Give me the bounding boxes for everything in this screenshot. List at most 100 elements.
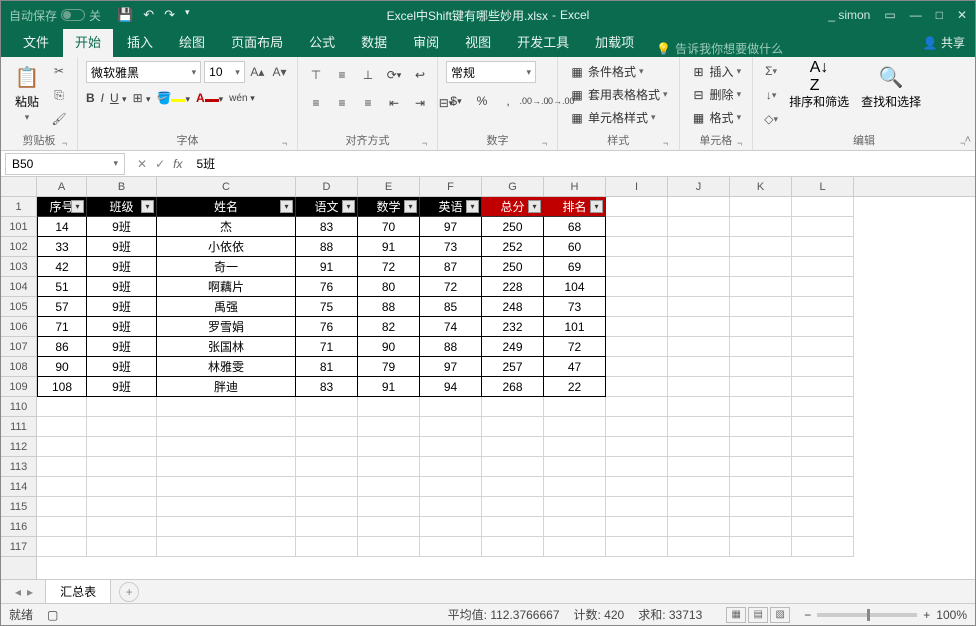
cell[interactable]	[792, 197, 854, 217]
cell[interactable]	[544, 417, 606, 437]
formula-input[interactable]: 5班	[190, 155, 975, 172]
cell[interactable]	[482, 517, 544, 537]
cell[interactable]: 257	[482, 357, 544, 377]
cell[interactable]	[296, 497, 358, 517]
filter-button[interactable]: ▾	[590, 200, 603, 213]
cell[interactable]: 248	[482, 297, 544, 317]
cell[interactable]	[157, 477, 296, 497]
cell[interactable]	[87, 417, 157, 437]
cell[interactable]: 97	[420, 357, 482, 377]
find-select-button[interactable]: 🔍 查找和选择	[857, 61, 925, 112]
autosum-icon[interactable]: Σ▾	[761, 61, 781, 81]
cell[interactable]	[37, 497, 87, 517]
cell[interactable]: 林雅雯	[157, 357, 296, 377]
cell[interactable]	[792, 237, 854, 257]
sheet-tab[interactable]: 汇总表	[45, 579, 111, 605]
cell[interactable]	[482, 397, 544, 417]
cell[interactable]	[668, 217, 730, 237]
column-header[interactable]: B	[87, 177, 157, 196]
column-header[interactable]: C	[157, 177, 296, 196]
collapse-ribbon-icon[interactable]: ˄	[965, 134, 971, 146]
cell[interactable]: 104	[544, 277, 606, 297]
cell[interactable]	[606, 397, 668, 417]
cell[interactable]	[606, 457, 668, 477]
cell[interactable]	[606, 477, 668, 497]
cell[interactable]: 228	[482, 277, 544, 297]
cell[interactable]	[157, 417, 296, 437]
ribbon-display-icon[interactable]: ▭	[884, 8, 895, 22]
align-left-icon[interactable]: ≡	[306, 93, 326, 113]
cell[interactable]	[668, 477, 730, 497]
save-icon[interactable]: 💾	[117, 7, 133, 23]
cell[interactable]: 81	[296, 357, 358, 377]
cell[interactable]: 9班	[87, 297, 157, 317]
cell[interactable]	[157, 537, 296, 557]
column-header[interactable]: D	[296, 177, 358, 196]
cell[interactable]: 奇一	[157, 257, 296, 277]
cell[interactable]: 73	[544, 297, 606, 317]
format-cells-button[interactable]: ▦格式▾	[688, 107, 745, 128]
cell[interactable]	[730, 537, 792, 557]
cell[interactable]	[87, 477, 157, 497]
tab-formulas[interactable]: 公式	[297, 26, 347, 57]
tab-view[interactable]: 视图	[453, 26, 503, 57]
tab-file[interactable]: 文件	[11, 26, 61, 57]
italic-button[interactable]: I	[101, 91, 104, 105]
insert-cells-button[interactable]: ⊞插入▾	[688, 61, 745, 82]
cell[interactable]: 51	[37, 277, 87, 297]
cell[interactable]	[544, 397, 606, 417]
tab-review[interactable]: 审阅	[401, 26, 451, 57]
cell[interactable]: 70	[358, 217, 420, 237]
cell[interactable]: 9班	[87, 317, 157, 337]
cell[interactable]: 74	[420, 317, 482, 337]
cell[interactable]	[792, 317, 854, 337]
align-right-icon[interactable]: ≡	[358, 93, 378, 113]
column-header[interactable]: A	[37, 177, 87, 196]
copy-icon[interactable]: ⎘	[49, 85, 69, 105]
cell[interactable]: 88	[296, 237, 358, 257]
cell[interactable]	[37, 537, 87, 557]
row-header[interactable]: 112	[1, 437, 36, 457]
cell[interactable]: 86	[37, 337, 87, 357]
cell[interactable]: 72	[544, 337, 606, 357]
cell[interactable]: 9班	[87, 217, 157, 237]
cell[interactable]: 69	[544, 257, 606, 277]
zoom-in-button[interactable]: +	[923, 608, 930, 622]
cell[interactable]	[668, 197, 730, 217]
add-sheet-button[interactable]: +	[119, 582, 139, 602]
cell[interactable]: 249	[482, 337, 544, 357]
share-button[interactable]: 👤 共享	[913, 28, 975, 57]
cell[interactable]: 禹强	[157, 297, 296, 317]
enter-formula-icon[interactable]: ✓	[155, 157, 165, 171]
cell[interactable]	[792, 477, 854, 497]
cell[interactable]	[37, 517, 87, 537]
cell[interactable]	[482, 477, 544, 497]
cell[interactable]: 33	[37, 237, 87, 257]
cell[interactable]	[544, 457, 606, 477]
column-header[interactable]: H	[544, 177, 606, 196]
cell[interactable]	[358, 457, 420, 477]
cell[interactable]	[87, 497, 157, 517]
cell[interactable]	[358, 477, 420, 497]
cell[interactable]	[157, 457, 296, 477]
cell[interactable]	[37, 457, 87, 477]
row-header[interactable]: 102	[1, 237, 36, 257]
cell[interactable]	[606, 377, 668, 397]
align-top-icon[interactable]: ⊤	[306, 65, 326, 85]
comma-icon[interactable]: ,	[498, 91, 518, 111]
row-header[interactable]: 111	[1, 417, 36, 437]
format-painter-icon[interactable]: 🖌	[49, 109, 69, 129]
cell[interactable]: 72	[420, 277, 482, 297]
cut-icon[interactable]: ✂	[49, 61, 69, 81]
cell[interactable]	[296, 457, 358, 477]
cell[interactable]	[358, 517, 420, 537]
cell[interactable]	[157, 437, 296, 457]
column-header[interactable]: K	[730, 177, 792, 196]
bold-button[interactable]: B	[86, 91, 95, 105]
cell[interactable]	[358, 397, 420, 417]
sheet-nav-prev-icon[interactable]: ◂	[15, 585, 21, 599]
cell[interactable]: 杰	[157, 217, 296, 237]
font-name-combo[interactable]: 微软雅黑▾	[86, 61, 201, 83]
cell[interactable]: 76	[296, 317, 358, 337]
cell[interactable]: 250	[482, 257, 544, 277]
